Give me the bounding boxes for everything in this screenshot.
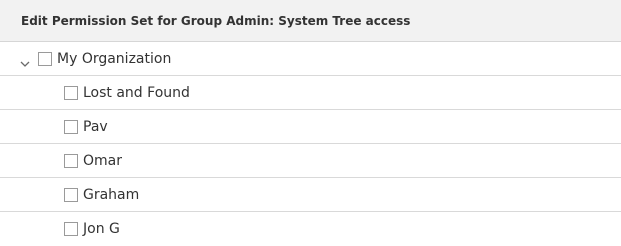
tree-node-label: Pav	[83, 118, 108, 135]
chevron-down-icon[interactable]	[19, 54, 31, 67]
panel-title: Edit Permission Set for Group Admin: Sys…	[0, 0, 621, 42]
tree-node-pav[interactable]: Pav	[0, 110, 621, 144]
system-tree: My Organization Lost and Found Pav Omar …	[0, 42, 621, 246]
checkbox-jon-g[interactable]	[64, 222, 78, 236]
checkbox-graham[interactable]	[64, 187, 78, 202]
checkbox-omar[interactable]	[64, 153, 78, 168]
tree-node-label: Lost and Found	[83, 84, 190, 101]
checkbox-pav[interactable]	[64, 119, 78, 134]
tree-node-label: Graham	[83, 186, 140, 203]
tree-node-lost-and-found[interactable]: Lost and Found	[0, 76, 621, 110]
tree-node-label: My Organization	[57, 50, 172, 67]
permission-set-panel: Edit Permission Set for Group Admin: Sys…	[0, 0, 621, 246]
tree-node-label: Omar	[83, 152, 122, 169]
tree-node-graham[interactable]: Graham	[0, 178, 621, 212]
tree-node-jon-g[interactable]: Jon G	[0, 212, 621, 246]
checkbox-my-organization[interactable]	[38, 51, 52, 66]
tree-node-label: Jon G	[83, 221, 120, 237]
checkbox-lost-and-found[interactable]	[64, 85, 78, 100]
tree-node-my-organization[interactable]: My Organization	[0, 42, 621, 76]
tree-node-omar[interactable]: Omar	[0, 144, 621, 178]
